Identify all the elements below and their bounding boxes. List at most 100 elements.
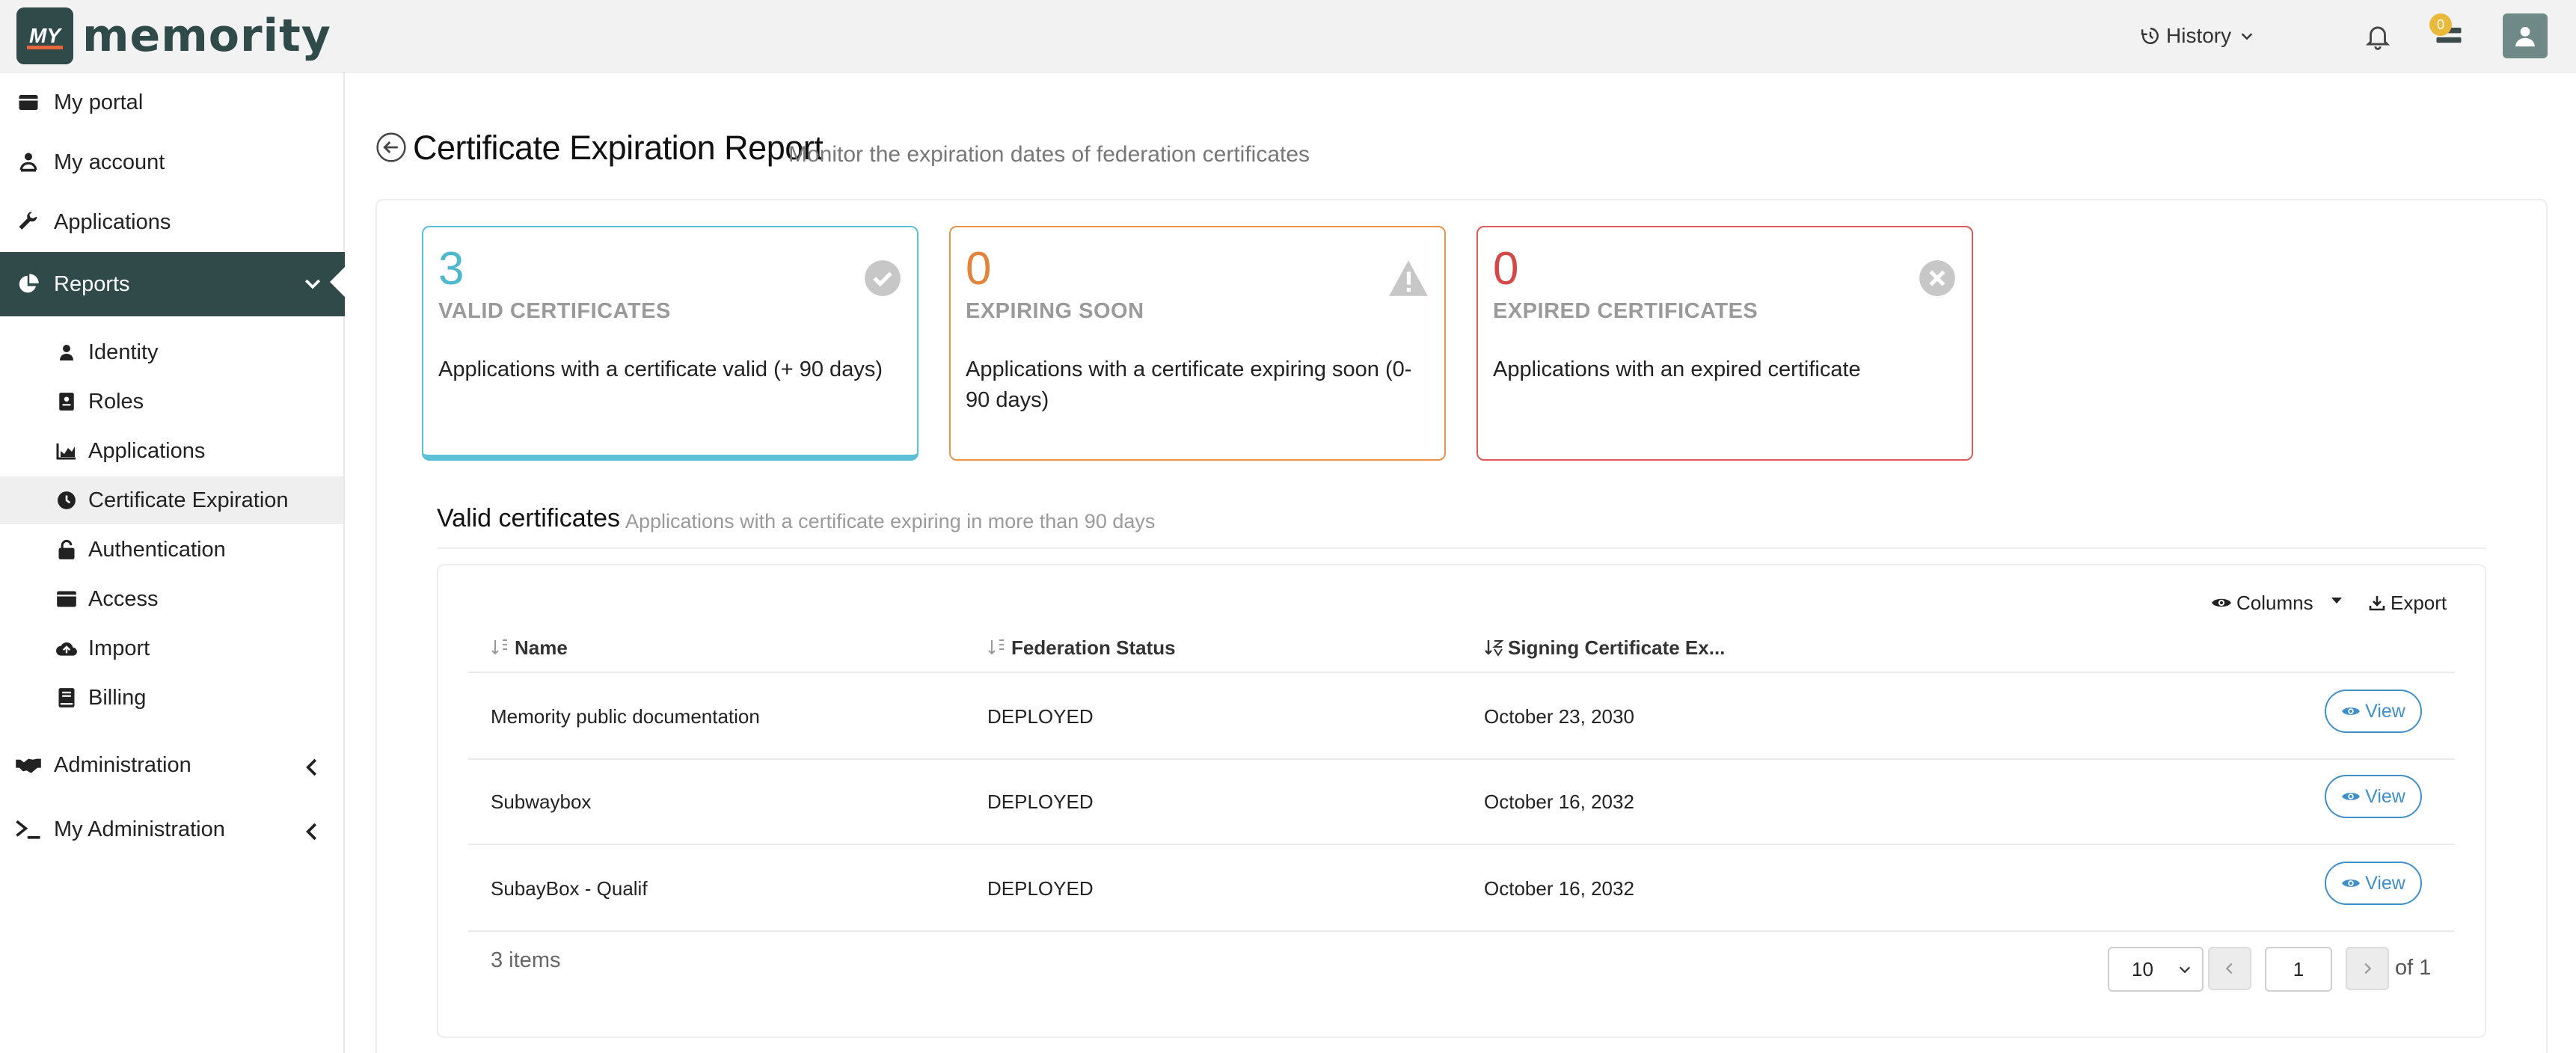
- sidebar-item-my-administration[interactable]: My Administration: [0, 799, 345, 859]
- card-description: Applications with an expired certificate: [1493, 357, 1861, 381]
- card-description: Applications with a certificate expiring…: [966, 357, 1412, 412]
- card-icon: [55, 588, 78, 610]
- caret-down-icon[interactable]: [2329, 595, 2344, 606]
- card-description: Applications with a certificate valid (+…: [438, 357, 883, 381]
- view-label: View: [2365, 785, 2405, 807]
- eye-icon: [2342, 879, 2361, 887]
- section-subtitle: Applications with a certificate expiring…: [625, 510, 1156, 532]
- sidebar-item-label: Administration: [54, 752, 191, 777]
- cell-expiration: October 16, 2032: [1484, 877, 1634, 900]
- pie-chart-icon: [15, 271, 42, 298]
- previous-page-button[interactable]: [2208, 947, 2251, 990]
- eye-icon: [2342, 793, 2361, 800]
- expired-certificates-card[interactable]: 0 EXPIRED CERTIFICATES Applications with…: [1476, 226, 1973, 461]
- columns-label: Columns: [2236, 591, 2313, 614]
- export-button[interactable]: Export: [2368, 588, 2447, 618]
- view-button[interactable]: View: [2325, 862, 2422, 905]
- bar-chart-icon: [55, 440, 78, 462]
- sidebar-subitem-label: Authentication: [88, 537, 226, 562]
- valid-certificates-card[interactable]: 3 VALID CERTIFICATES Applications with a…: [422, 226, 919, 461]
- sidebar-subitem-access[interactable]: Access: [0, 575, 343, 623]
- columns-button[interactable]: Columns: [2211, 588, 2313, 618]
- sidebar-item-applications[interactable]: Applications: [0, 192, 345, 252]
- column-header-signing-certificate-expiration[interactable]: Signing Certificate Ex...: [1484, 634, 1725, 661]
- cell-name: SubayBox - Qualif: [491, 877, 648, 900]
- row-divider: [468, 930, 2455, 932]
- sidebar-item-administration[interactable]: Administration: [0, 735, 345, 795]
- chevron-down-icon: [304, 279, 321, 289]
- column-header-label: Signing Certificate Ex...: [1508, 636, 1726, 659]
- column-header-federation-status[interactable]: Federation Status: [987, 634, 1176, 661]
- sidebar-item-label: My Administration: [54, 817, 225, 841]
- logo-text: memority: [82, 10, 331, 62]
- page-subtitle: Monitor the expiration dates of federati…: [788, 142, 1310, 167]
- notifications-button[interactable]: [2364, 21, 2392, 55]
- user-avatar-icon: [2515, 26, 2535, 47]
- sidebar-item-label: My portal: [54, 90, 144, 114]
- history-label: History: [2166, 24, 2232, 47]
- view-label: View: [2365, 872, 2405, 894]
- sidebar-subitem-import[interactable]: Import: [0, 624, 343, 672]
- chevron-left-icon: [306, 823, 317, 841]
- sort-icon: [491, 639, 507, 655]
- cell-status: DEPLOYED: [987, 877, 1094, 900]
- logo-mark: MY: [16, 7, 73, 64]
- sidebar-subitem-roles[interactable]: Roles: [0, 378, 343, 426]
- terminal-icon: [15, 816, 42, 843]
- row-divider: [468, 844, 2455, 845]
- card-label: EXPIRING SOON: [966, 299, 1144, 323]
- column-header-name[interactable]: Name: [491, 634, 568, 661]
- sidebar-subitem-certificate-expiration[interactable]: Certificate Expiration: [0, 476, 343, 524]
- view-label: View: [2365, 700, 2405, 722]
- cell-name: Subwaybox: [491, 790, 592, 813]
- cloud-upload-icon: [55, 637, 78, 660]
- sidebar-item-label: My account: [54, 150, 165, 174]
- warning-icon: [1389, 260, 1428, 296]
- sidebar-item-my-account[interactable]: My account: [0, 132, 345, 192]
- page-size-select[interactable]: 10: [2108, 947, 2204, 992]
- cell-expiration: October 16, 2032: [1484, 790, 1634, 813]
- sidebar-subitem-label: Applications: [88, 438, 206, 463]
- chevron-right-icon: [2364, 963, 2372, 974]
- book-icon: [55, 687, 78, 709]
- cell-status: DEPLOYED: [987, 704, 1094, 728]
- next-page-button[interactable]: [2346, 947, 2389, 990]
- lock-icon: [55, 538, 78, 561]
- sidebar-item-label: Applications: [54, 209, 171, 234]
- sort-icon: [988, 639, 1004, 655]
- sidebar-subitem-identity[interactable]: Identity: [0, 328, 343, 376]
- download-icon: [2369, 596, 2385, 611]
- cell-expiration: October 23, 2030: [1484, 704, 1634, 728]
- export-label: Export: [2391, 591, 2447, 614]
- back-button[interactable]: [375, 132, 407, 163]
- section-title: Valid certificates: [437, 504, 621, 532]
- user-icon: [55, 341, 78, 363]
- view-button[interactable]: View: [2325, 775, 2422, 818]
- expiring-soon-card[interactable]: 0 EXPIRING SOON Applications with a cert…: [949, 226, 1446, 461]
- history-dropdown[interactable]: History: [2141, 19, 2261, 52]
- sidebar-item-reports[interactable]: Reports: [0, 252, 346, 316]
- avatar[interactable]: [2503, 13, 2548, 58]
- arrow-left-circle-icon: [376, 132, 406, 162]
- sidebar-subitem-applications[interactable]: Applications: [0, 427, 343, 475]
- chevron-left-icon: [2225, 963, 2233, 974]
- view-button[interactable]: View: [2325, 690, 2422, 733]
- sidebar-subitem-billing[interactable]: Billing: [0, 674, 343, 722]
- bell-icon: [2365, 26, 2391, 50]
- row-divider: [468, 672, 2455, 673]
- active-indicator: [330, 265, 346, 298]
- check-circle-icon: [865, 260, 901, 296]
- handshake-icon: [15, 752, 42, 779]
- chevron-left-icon: [306, 758, 317, 776]
- sidebar-subitem-label: Billing: [88, 685, 147, 710]
- sidebar-item-my-portal[interactable]: My portal: [0, 73, 345, 132]
- page-size-value: 10: [2132, 957, 2153, 980]
- page-number-input[interactable]: 1: [2265, 947, 2332, 992]
- logo[interactable]: MY memority: [16, 7, 331, 64]
- sidebar-subitem-authentication[interactable]: Authentication: [0, 526, 343, 574]
- eye-icon: [2342, 707, 2361, 715]
- chevron-down-icon: [2179, 966, 2191, 974]
- items-count: 3 items: [491, 948, 561, 972]
- card-value: 0: [966, 243, 992, 295]
- card-value: 0: [1493, 243, 1519, 295]
